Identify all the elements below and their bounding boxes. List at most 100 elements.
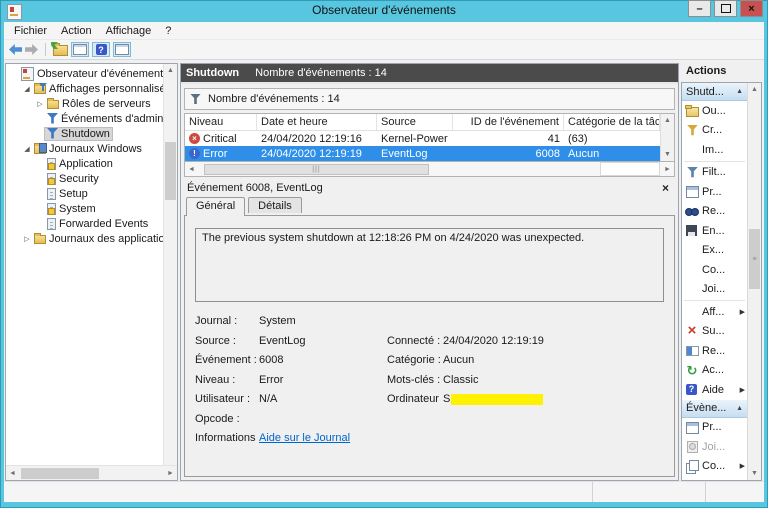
scroll-up-arrow[interactable]: ▲	[661, 114, 674, 127]
action-label: Su...	[702, 325, 725, 338]
back-arrow-icon[interactable]	[9, 44, 22, 55]
field-value: Error	[259, 373, 284, 386]
tree-horizontal-scrollbar[interactable]: ◄ ►	[6, 465, 177, 480]
action-pr[interactable]: Pr...	[682, 418, 747, 438]
show-action-pane-button[interactable]	[113, 42, 131, 57]
actions-divider	[684, 300, 745, 301]
log-help-link[interactable]: Aide sur le Journal	[259, 429, 387, 449]
column-header-cat-gorie-de-la-t-che[interactable]: Catégorie de la tâche	[564, 114, 660, 130]
tree-item-shutdown[interactable]: Shutdown	[6, 126, 177, 141]
tree-item-security[interactable]: Security	[6, 171, 177, 186]
column-header-source[interactable]: Source	[377, 114, 453, 130]
event-viewer-window: Observateur d'événements – × Fichier Acti…	[0, 0, 768, 508]
close-button[interactable]: ×	[740, 0, 763, 17]
event-row-41[interactable]: × Critical 24/04/2020 12:19:16 Kernel-Power…	[185, 131, 660, 146]
list-horizontal-scrollbar[interactable]: ◄ ||| ►	[184, 162, 675, 177]
tree-item-content: Événements d'administra	[45, 113, 177, 125]
action-en[interactable]: En...	[682, 221, 747, 241]
tree-item-r-les-de-serveurs[interactable]: ▷ Rôles de serveurs	[6, 96, 177, 111]
event-source: EventLog	[381, 147, 428, 160]
minimize-button[interactable]: –	[688, 0, 711, 17]
status-cell	[705, 482, 764, 502]
action-im[interactable]: Im...	[682, 140, 747, 160]
field-row-informations: Informations : Aide sur le Journal	[195, 429, 664, 449]
action-aff[interactable]: Aff... ▶	[682, 302, 747, 322]
scroll-thumb[interactable]: ≡	[749, 229, 760, 289]
error-icon: !	[189, 148, 200, 159]
collapse-icon[interactable]: ◢	[22, 145, 32, 153]
collapse-group-icon[interactable]: ▲	[736, 405, 743, 412]
actions-scrollbar[interactable]: ▲ ≡ ▼	[747, 83, 761, 480]
action-ac[interactable]: Ac...	[682, 361, 747, 381]
scroll-up-arrow[interactable]: ▲	[748, 83, 761, 96]
maximize-button[interactable]	[714, 0, 737, 17]
actions-group-header-shutd[interactable]: Shutd... ▲	[682, 83, 747, 101]
actions-group-header-v-ne[interactable]: Évène... ▲	[682, 399, 747, 418]
console-icon	[21, 66, 34, 81]
collapse-icon[interactable]: ◢	[22, 85, 32, 93]
action-filt[interactable]: Filt...	[682, 163, 747, 183]
tree-item-affichages-personnalis-s[interactable]: ◢ Affichages personnalisés	[6, 81, 177, 96]
close-details-icon[interactable]: ×	[662, 182, 669, 194]
action-co[interactable]: Co... ▶	[682, 457, 747, 477]
list-vertical-scrollbar[interactable]: ▲ ▼	[660, 114, 674, 161]
action-ex[interactable]: Ex...	[682, 241, 747, 261]
folder-export-icon[interactable]	[53, 43, 68, 56]
expand-icon[interactable]: ▷	[35, 100, 45, 108]
tree-item-system[interactable]: System	[6, 201, 177, 216]
tree-item-journaux-windows[interactable]: ◢ Journaux Windows	[6, 141, 177, 156]
action-cr[interactable]: Cr...	[682, 121, 747, 141]
tree-item-observateur-d-v-nements-scc[interactable]: Observateur d'événements (SCC	[6, 66, 177, 81]
scroll-thumb[interactable]: |||	[204, 163, 429, 175]
action-ou[interactable]: Ou...	[682, 101, 747, 121]
event-row-6008[interactable]: ! Error 24/04/2020 12:19:19 EventLog 6008 Auc…	[185, 146, 660, 161]
event-message-box[interactable]: The previous system shutdown at 12:18:26…	[195, 228, 664, 302]
scroll-down-arrow[interactable]: ▼	[661, 148, 674, 161]
menu-action[interactable]: Action	[54, 24, 99, 38]
column-header-date-et-heure[interactable]: Date et heure	[257, 114, 377, 130]
column-header-id-de-l-v-nement[interactable]: ID de l'événement	[453, 114, 564, 130]
action-re[interactable]: Re...	[682, 341, 747, 361]
menu-fichier[interactable]: Fichier	[7, 24, 54, 38]
scroll-right-arrow[interactable]: ►	[164, 467, 177, 480]
scroll-up-arrow[interactable]: ▲	[164, 64, 177, 77]
scroll-right-arrow[interactable]: ►	[661, 163, 674, 176]
console-tree: Observateur d'événements (SCC ◢ Affichages…	[6, 64, 177, 246]
action-pr[interactable]: Pr...	[682, 182, 747, 202]
folder-log-icon	[34, 143, 47, 154]
event-id: 6008	[535, 147, 560, 160]
action-aide[interactable]: Aide ▶	[682, 380, 747, 400]
tree-item-v-nements-d-administra[interactable]: Événements d'administra	[6, 111, 177, 126]
scroll-thumb[interactable]	[165, 142, 176, 200]
collapse-group-icon[interactable]: ▲	[736, 88, 743, 95]
tree-item-journaux-des-applications-et[interactable]: ▷ Journaux des applications et	[6, 231, 177, 246]
action-su[interactable]: Su...	[682, 322, 747, 342]
tree-vertical-scrollbar[interactable]: ▲	[163, 64, 177, 466]
menu-affichage[interactable]: Affichage	[99, 24, 159, 38]
action-co[interactable]: Co...	[682, 260, 747, 280]
tree-item-label: Journaux Windows	[49, 142, 142, 155]
expand-icon[interactable]: ▷	[22, 235, 32, 243]
tab-d-tails[interactable]: Détails	[248, 197, 302, 213]
action-re[interactable]: Re...	[682, 202, 747, 222]
tree-item-application[interactable]: Application	[6, 156, 177, 171]
scroll-left-arrow[interactable]: ◄	[185, 163, 198, 176]
menu-[interactable]: ?	[158, 24, 178, 38]
tree-item-content: Affichages personnalisés	[32, 83, 173, 95]
action-joi[interactable]: Joi...	[682, 280, 747, 300]
tree-item-label: Setup	[59, 187, 88, 200]
scroll-down-arrow[interactable]: ▼	[748, 467, 761, 480]
scroll-left-arrow[interactable]: ◄	[6, 467, 19, 480]
tree-item-label: Observateur d'événements (SCC	[37, 67, 177, 80]
tree-item-setup[interactable]: Setup	[6, 186, 177, 201]
help-button[interactable]: ?	[92, 42, 110, 57]
show-console-tree-button[interactable]	[71, 42, 89, 57]
action-icon-spacer	[685, 244, 699, 257]
tab-g-n-ral[interactable]: Général	[186, 197, 246, 216]
field-label: Opcode :	[195, 412, 240, 425]
tree-item-forwarded-events[interactable]: Forwarded Events	[6, 216, 177, 231]
scroll-thumb[interactable]	[21, 467, 99, 479]
column-header-niveau[interactable]: Niveau	[185, 114, 257, 130]
event-level-cell: × Critical	[185, 133, 257, 145]
forward-arrow-icon[interactable]	[25, 44, 38, 55]
